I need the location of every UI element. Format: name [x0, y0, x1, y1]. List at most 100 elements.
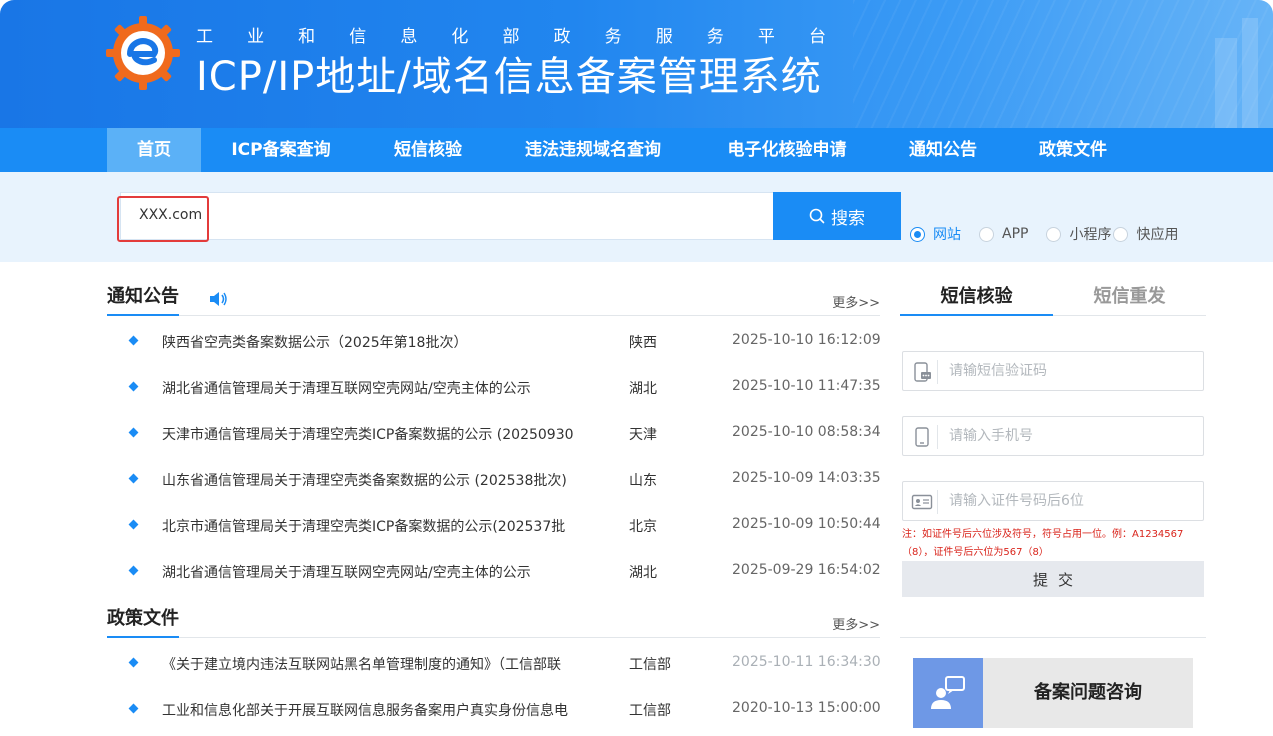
policies-header: 政策文件 更多>> — [107, 608, 880, 638]
search-button[interactable]: 搜索 — [773, 192, 901, 240]
radio-label: 网站 — [933, 227, 961, 243]
page: 工业和信息化部政务服务平台 ICP/IP地址/域名信息备案管理系统 首页 ICP… — [0, 0, 1273, 736]
bullet-icon — [128, 381, 139, 392]
radio-dot — [910, 226, 925, 242]
nav-item-home[interactable]: 首页 — [107, 128, 201, 172]
radio-quick-app[interactable]: 快应用 — [1113, 224, 1178, 244]
notices-title: 通知公告 — [107, 286, 179, 316]
notice-row[interactable]: 山东省通信管理局关于清理空壳类备案数据的公示 (202538批次) 山东 2025-… — [107, 460, 881, 506]
consult-person-icon — [931, 676, 965, 709]
search-input[interactable]: XXX.com — [120, 192, 774, 240]
nav-item-icp-query[interactable]: ICP备案查询 — [218, 128, 344, 172]
nav-item-policies[interactable]: 政策文件 — [1028, 128, 1118, 172]
search-band: XXX.com 搜索 网站 APP 小程序 快应用 — [0, 172, 1273, 262]
sms-code-input[interactable] — [949, 352, 1199, 390]
radio-app[interactable]: APP — [979, 226, 1028, 242]
radio-label: APP — [1002, 226, 1029, 242]
bullet-icon — [128, 427, 139, 438]
row-title[interactable]: 北京市通信管理局关于清理空壳类ICP备案数据的公示(202537批 — [162, 516, 582, 536]
banner-building — [1215, 38, 1237, 128]
bullet-icon — [128, 703, 139, 714]
row-region: 湖北 — [629, 381, 657, 397]
id-card-icon — [911, 494, 933, 510]
phone-input[interactable] — [949, 417, 1199, 455]
sms-tabs: 短信核验 短信重发 — [900, 282, 1206, 316]
banner-decoration — [853, 0, 1273, 128]
row-date: 2025-10-11 16:34:30 — [732, 654, 881, 670]
row-title[interactable]: 湖北省通信管理局关于清理互联网空壳网站/空壳主体的公示 — [162, 562, 582, 582]
id-number-field — [902, 481, 1204, 521]
notices-header: 通知公告 更多>> — [107, 286, 880, 316]
radio-label: 快应用 — [1136, 227, 1179, 243]
bullet-icon — [128, 473, 139, 484]
radio-dot — [979, 226, 994, 242]
policies-title: 政策文件 — [107, 608, 179, 638]
sms-code-field — [902, 351, 1204, 391]
row-date: 2025-10-10 16:12:09 — [732, 332, 881, 348]
radio-website[interactable]: 网站 — [910, 224, 961, 244]
row-date: 2025-10-10 11:47:35 — [732, 378, 881, 394]
row-date: 2025-09-29 16:54:02 — [732, 562, 881, 578]
search-type-group: 网站 APP 小程序 快应用 — [910, 224, 1186, 244]
radio-mini-program[interactable]: 小程序 — [1046, 224, 1111, 244]
search-value-highlight — [117, 196, 209, 242]
tab-sms-verify[interactable]: 短信核验 — [900, 282, 1053, 316]
nav-item-notices[interactable]: 通知公告 — [898, 128, 988, 172]
nav-item-e-verify[interactable]: 电子化核验申请 — [712, 128, 862, 172]
field-separator — [937, 490, 938, 514]
mobile-phone-icon — [915, 427, 929, 447]
radio-dot — [1113, 226, 1129, 242]
submit-button[interactable]: 提交 — [902, 561, 1204, 597]
row-region: 工信部 — [629, 703, 671, 719]
row-region: 北京 — [629, 519, 657, 535]
nav-item-sms-verify[interactable]: 短信核验 — [380, 128, 476, 172]
row-title[interactable]: 天津市通信管理局关于清理空壳类ICP备案数据的公示 (20250930 — [162, 424, 582, 444]
row-title[interactable]: 陕西省空壳类备案数据公示（2025年第18批次） — [162, 332, 582, 352]
bullet-icon — [128, 519, 139, 530]
row-region: 湖北 — [629, 565, 657, 581]
bullet-icon — [128, 335, 139, 346]
row-region: 天津 — [629, 427, 657, 443]
policy-row[interactable]: 工业和信息化部关于开展互联网信息服务备案用户真实身份信息电 工信部 2020-10-… — [107, 690, 881, 736]
field-separator — [937, 360, 938, 384]
row-date: 2025-10-09 10:50:44 — [732, 516, 881, 532]
row-date: 2025-10-09 14:03:35 — [732, 470, 881, 486]
radio-label: 小程序 — [1069, 227, 1112, 243]
search-icon — [809, 208, 825, 224]
notices-more-link[interactable]: 更多>> — [832, 292, 880, 311]
miit-logo-icon — [106, 16, 180, 90]
notice-row[interactable]: 天津市通信管理局关于清理空壳类ICP备案数据的公示 (20250930 天津 202… — [107, 414, 881, 460]
speaker-icon — [210, 292, 227, 306]
row-region: 陕西 — [629, 335, 657, 351]
row-region: 山东 — [629, 473, 657, 489]
row-title[interactable]: 湖北省通信管理局关于清理互联网空壳网站/空壳主体的公示 — [162, 378, 582, 398]
id-number-input[interactable] — [949, 482, 1199, 520]
row-date: 2020-10-13 15:00:00 — [732, 700, 881, 716]
system-title: ICP/IP地址/域名信息备案管理系统 — [196, 54, 822, 100]
sms-phone-icon — [914, 362, 931, 382]
notice-row[interactable]: 湖北省通信管理局关于清理互联网空壳网站/空壳主体的公示 湖北 2025-10-10 … — [107, 368, 881, 414]
header-banner: 工业和信息化部政务服务平台 ICP/IP地址/域名信息备案管理系统 — [0, 0, 1273, 128]
notice-row[interactable]: 湖北省通信管理局关于清理互联网空壳网站/空壳主体的公示 湖北 2025-09-29 … — [107, 552, 881, 598]
row-title[interactable]: 《关于建立境内违法互联网站黑名单管理制度的通知》（工信部联 — [162, 654, 582, 674]
notice-row[interactable]: 陕西省空壳类备案数据公示（2025年第18批次） 陕西 2025-10-10 16:… — [107, 322, 881, 368]
consult-icon-box — [913, 658, 983, 728]
row-date: 2025-10-10 08:58:34 — [732, 424, 881, 440]
banner-building — [1242, 18, 1258, 128]
field-separator — [937, 425, 938, 449]
panel-divider — [900, 637, 1206, 638]
main-nav: 首页 ICP备案查询 短信核验 违法违规域名查询 电子化核验申请 通知公告 政策… — [0, 128, 1273, 172]
row-title[interactable]: 山东省通信管理局关于清理空壳类备案数据的公示 (202538批次) — [162, 470, 582, 490]
consult-button[interactable]: 备案问题咨询 — [913, 658, 1193, 728]
phone-field — [902, 416, 1204, 456]
bullet-icon — [128, 657, 139, 668]
tab-sms-resend[interactable]: 短信重发 — [1053, 282, 1206, 316]
row-title[interactable]: 工业和信息化部关于开展互联网信息服务备案用户真实身份信息电 — [162, 700, 582, 720]
policy-row[interactable]: 《关于建立境内违法互联网站黑名单管理制度的通知》（工信部联 工信部 2025-10-… — [107, 644, 881, 690]
policies-more-link[interactable]: 更多>> — [832, 614, 880, 633]
bullet-icon — [128, 565, 139, 576]
radio-dot — [1046, 226, 1062, 242]
notice-row[interactable]: 北京市通信管理局关于清理空壳类ICP备案数据的公示(202537批 北京 2025-… — [107, 506, 881, 552]
consult-label: 备案问题咨询 — [1034, 682, 1142, 703]
nav-item-illegal-domain[interactable]: 违法违规域名查询 — [512, 128, 674, 172]
